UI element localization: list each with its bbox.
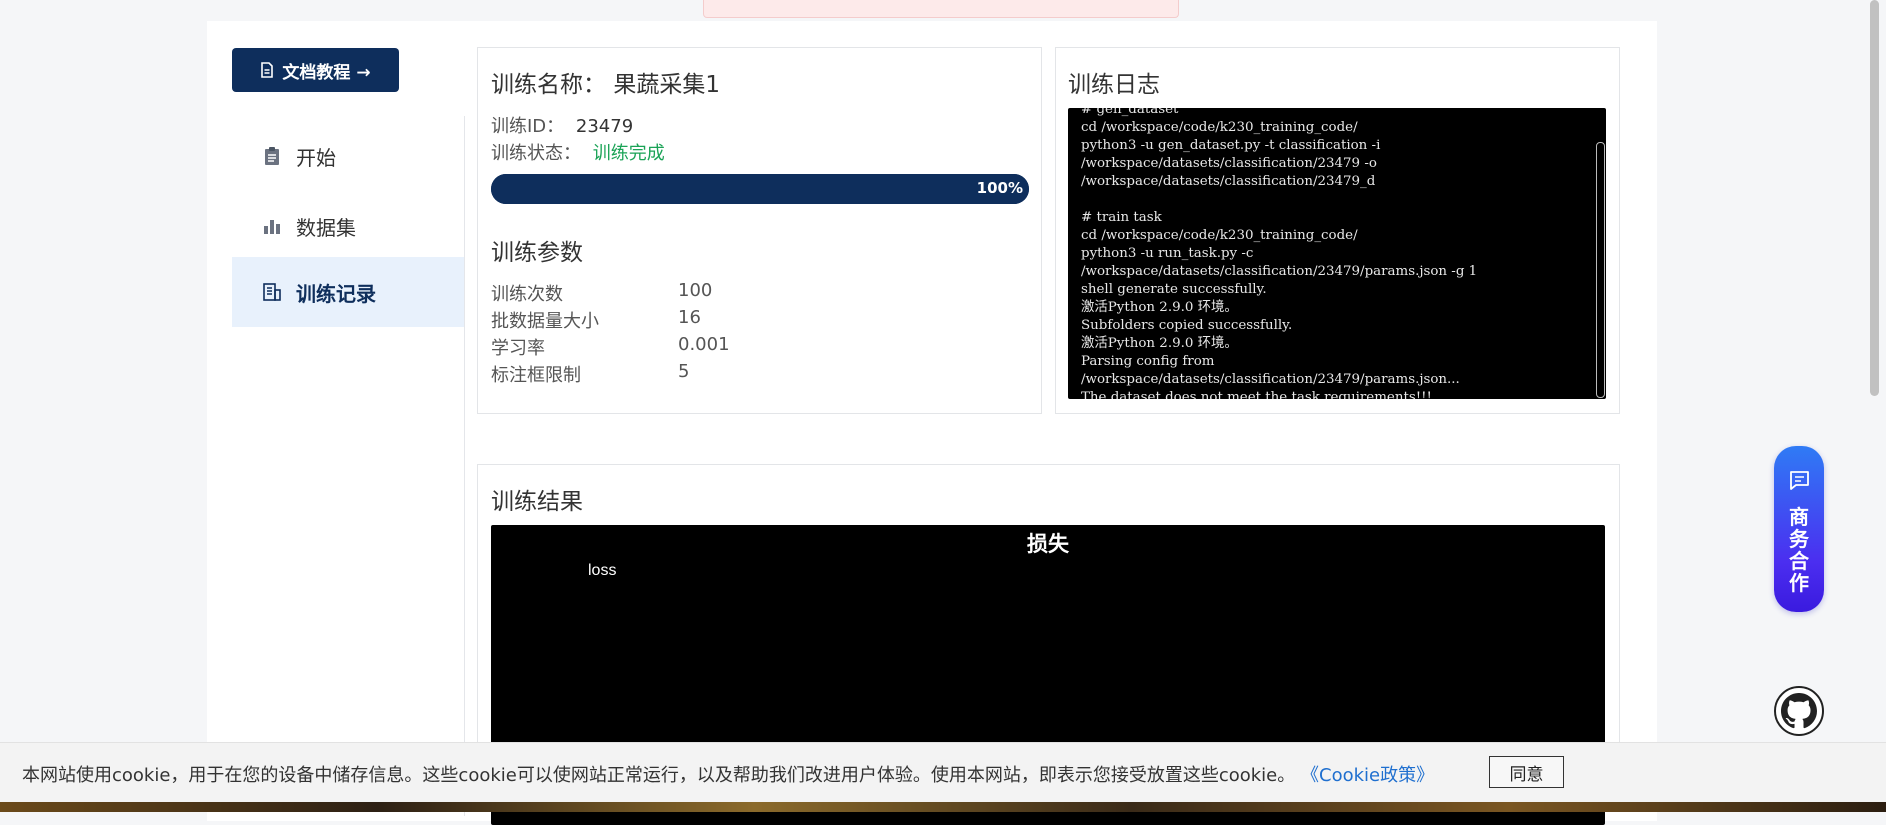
param-value: 100 [678, 280, 713, 301]
doc-tutorial-button[interactable]: 文档教程 → [232, 48, 399, 92]
bar-chart-icon [264, 220, 280, 234]
float-label-char: 务 [1789, 527, 1809, 551]
log-console[interactable]: # gen_datasetcd /workspace/code/k230_tra… [1068, 108, 1606, 399]
cookie-banner: 本网站使用cookie，用于在您的设备中储存信息。这些cookie可以使网站正常… [0, 742, 1886, 803]
training-id: 训练ID： 23479 [491, 112, 633, 138]
sidebar-item-training-records[interactable]: 训练记录 [232, 257, 464, 327]
page-scrollbar[interactable] [1870, 0, 1879, 396]
training-name-label: 训练名称： [491, 72, 606, 98]
log-line: cd /workspace/code/k230_training_code/ [1081, 120, 1358, 135]
log-line: 激活Python 2.9.0 环境。 [1081, 300, 1238, 315]
log-scrollbar[interactable] [1596, 142, 1605, 398]
cookie-text: 本网站使用cookie，用于在您的设备中储存信息。这些cookie可以使网站正常… [22, 761, 1434, 787]
chart-title: 损失 [1027, 532, 1069, 556]
log-line: # gen_dataset [1081, 108, 1179, 117]
progress-text: 100% [976, 179, 1023, 197]
float-label-char: 作 [1789, 571, 1809, 595]
cookie-policy-link[interactable]: 《Cookie政策》 [1301, 765, 1434, 786]
param-label: 标注框限制 [491, 365, 581, 386]
param-label: 训练次数 [491, 284, 563, 305]
training-info-panel [477, 47, 1042, 414]
training-status: 训练状态： 训练完成 [491, 139, 665, 165]
records-icon [263, 283, 281, 301]
log-line: /workspace/datasets/classification/23479… [1081, 372, 1460, 387]
params-title: 训练参数 [491, 240, 583, 266]
param-value: 5 [678, 361, 690, 382]
training-id-value: 23479 [575, 116, 634, 137]
log-lines: # gen_datasetcd /workspace/code/k230_tra… [1081, 108, 1477, 399]
param-value: 0.001 [678, 334, 730, 355]
cookie-message: 本网站使用cookie，用于在您的设备中储存信息。这些cookie可以使网站正常… [22, 765, 1296, 786]
sidebar-item-dataset[interactable]: 数据集 [232, 191, 464, 261]
param-label: 批数据量大小 [491, 311, 599, 332]
training-name-value: 果蔬采集1 [613, 72, 720, 98]
progress-fill [491, 174, 1029, 204]
float-label-char: 商 [1789, 505, 1809, 529]
log-line: /workspace/datasets/classification/23479… [1081, 156, 1377, 171]
business-cooperation-label: 商务合作 [1774, 506, 1824, 594]
sidebar-item-label: 训练记录 [296, 281, 376, 306]
document-icon [261, 62, 274, 78]
sidebar-item-label: 开始 [296, 145, 336, 170]
log-title: 训练日志 [1068, 72, 1160, 98]
log-line: python3 -u gen_dataset.py -t classificat… [1081, 138, 1381, 153]
chart-legend[interactable]: loss [588, 562, 616, 580]
log-line: Parsing config from [1081, 354, 1215, 369]
log-line: python3 -u run_task.py -c [1081, 246, 1254, 261]
doc-tutorial-label: 文档教程 → [282, 62, 371, 83]
chat-icon [1790, 471, 1809, 490]
clipboard-icon [265, 147, 279, 165]
background-image-strip [0, 802, 1886, 812]
top-notice-bar [703, 0, 1179, 18]
results-title: 训练结果 [491, 489, 583, 515]
training-id-label: 训练ID： [491, 116, 565, 137]
param-label: 学习率 [491, 338, 545, 359]
log-line: shell generate successfully. [1081, 282, 1267, 297]
sidebar-item-label: 数据集 [296, 215, 356, 240]
status-badge: 训练完成 [592, 143, 665, 164]
log-line: /workspace/datasets/classification/23479… [1081, 174, 1376, 189]
cookie-agree-button[interactable]: 同意 [1489, 756, 1564, 788]
github-button[interactable] [1774, 686, 1824, 736]
float-label-char: 合 [1789, 549, 1809, 573]
log-line: # train task [1081, 210, 1162, 225]
log-line: Subfolders copied successfully. [1081, 318, 1293, 333]
param-value: 16 [678, 307, 701, 328]
log-line: /workspace/datasets/classification/23479… [1081, 264, 1478, 279]
training-status-label: 训练状态： [491, 143, 581, 164]
github-icon [1781, 693, 1817, 729]
sidebar-item-start[interactable]: 开始 [232, 121, 464, 191]
log-line: cd /workspace/code/k230_training_code/ [1081, 228, 1358, 243]
business-cooperation-button[interactable]: 商务合作 [1774, 446, 1824, 612]
log-line: The dataset does not meet the task requi… [1081, 390, 1432, 399]
sidebar-divider [464, 116, 465, 816]
log-line: 激活Python 2.9.0 环境。 [1081, 336, 1238, 351]
training-name: 训练名称： 果蔬采集1 [491, 65, 720, 99]
training-progress-bar: 100% [491, 174, 1029, 204]
